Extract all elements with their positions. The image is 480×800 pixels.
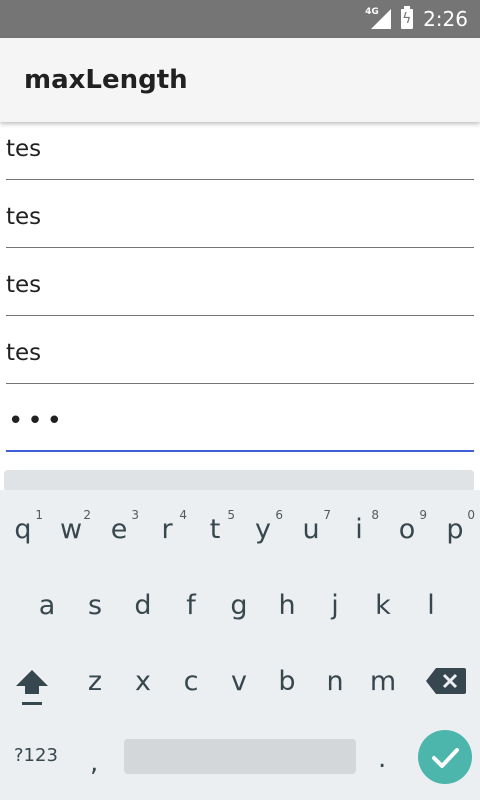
field-underline xyxy=(6,247,474,248)
key-t[interactable]: 5t xyxy=(193,500,237,560)
key-m[interactable]: m xyxy=(361,652,405,712)
key-p[interactable]: 0p xyxy=(433,500,477,560)
key-q[interactable]: 1q xyxy=(1,500,45,560)
done-key[interactable] xyxy=(418,730,472,784)
key-n[interactable]: n xyxy=(313,652,357,712)
key-o[interactable]: 9o xyxy=(385,500,429,560)
field-underline-focused xyxy=(6,450,474,452)
text-input-1[interactable] xyxy=(6,130,474,168)
shift-key[interactable] xyxy=(14,668,50,708)
key-u[interactable]: 7u xyxy=(289,500,333,560)
key-v[interactable]: v xyxy=(217,652,261,712)
space-key[interactable] xyxy=(124,739,356,774)
key-w[interactable]: 2w xyxy=(49,500,93,560)
key-e[interactable]: 3e xyxy=(97,500,141,560)
field-underline xyxy=(6,315,474,316)
text-input-2[interactable] xyxy=(6,198,474,236)
key-z[interactable]: z xyxy=(73,652,117,712)
key-h[interactable]: h xyxy=(265,576,309,636)
field-underline xyxy=(6,179,474,180)
shift-icon xyxy=(16,670,48,705)
backspace-key[interactable] xyxy=(426,668,466,694)
network-type: 4G xyxy=(365,7,379,17)
comma-key[interactable]: , xyxy=(90,748,98,778)
key-j[interactable]: j xyxy=(313,576,357,636)
key-g[interactable]: g xyxy=(217,576,261,636)
key-b[interactable]: b xyxy=(265,652,309,712)
key-k[interactable]: k xyxy=(361,576,405,636)
key-y[interactable]: 6y xyxy=(241,500,285,560)
key-d[interactable]: d xyxy=(121,576,165,636)
text-field-1[interactable] xyxy=(6,130,474,180)
signal-icon: 4G xyxy=(365,7,392,29)
status-time: 2:26 xyxy=(423,7,468,31)
key-x[interactable]: x xyxy=(121,652,165,712)
suggestion-strip xyxy=(4,470,474,492)
backspace-icon xyxy=(426,668,466,694)
key-r[interactable]: 4r xyxy=(145,500,189,560)
password-field[interactable]: ••• xyxy=(6,402,474,452)
password-input[interactable]: ••• xyxy=(8,406,66,436)
status-icons: 4G ϟ 2:26 xyxy=(365,0,468,38)
checkmark-icon xyxy=(432,748,459,768)
battery-charging-icon: ϟ xyxy=(401,6,414,29)
app-title: maxLength xyxy=(24,65,188,95)
period-key[interactable]: . xyxy=(378,744,386,774)
text-input-4[interactable] xyxy=(6,334,474,372)
text-field-3[interactable] xyxy=(6,266,474,316)
app-bar: maxLength xyxy=(0,38,480,122)
key-a[interactable]: a xyxy=(25,576,69,636)
text-field-4[interactable] xyxy=(6,334,474,384)
status-bar: 4G ϟ 2:26 xyxy=(0,0,480,38)
key-i[interactable]: 8i xyxy=(337,500,381,560)
key-c[interactable]: c xyxy=(169,652,213,712)
key-l[interactable]: l xyxy=(409,576,453,636)
text-input-3[interactable] xyxy=(6,266,474,304)
field-underline xyxy=(6,383,474,384)
symbols-key[interactable]: ?123 xyxy=(14,745,58,766)
key-f[interactable]: f xyxy=(169,576,213,636)
text-field-2[interactable] xyxy=(6,198,474,248)
key-s[interactable]: s xyxy=(73,576,117,636)
